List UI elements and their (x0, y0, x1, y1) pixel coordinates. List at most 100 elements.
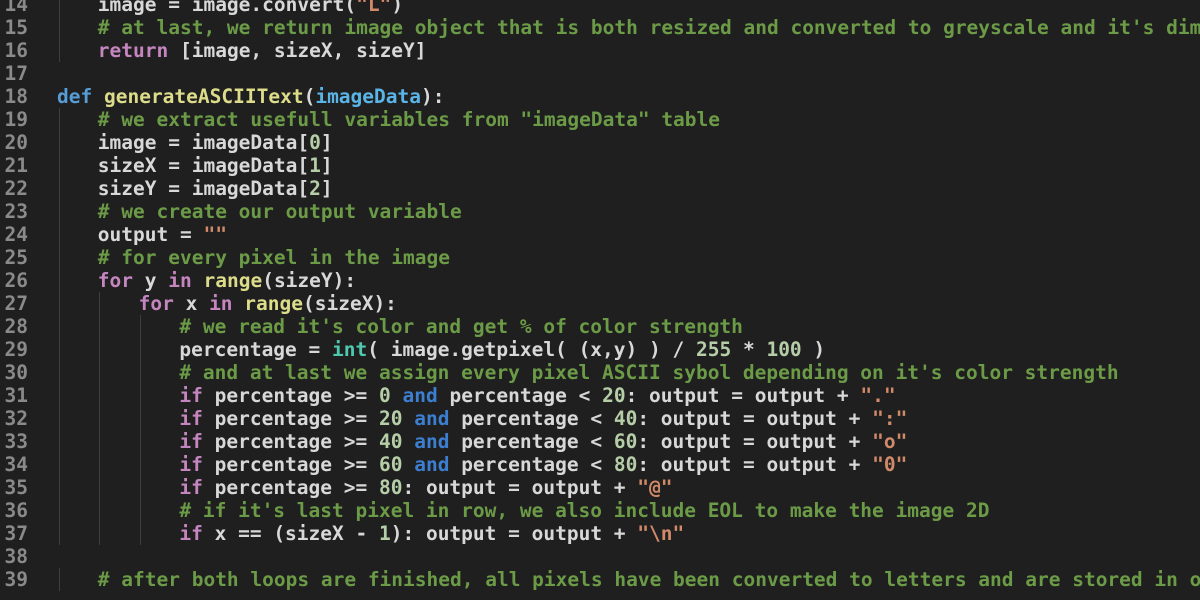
line-number: 17 (4, 62, 28, 85)
code-text: if percentage >= 80: output = output + "… (179, 476, 672, 499)
code-line[interactable]: 16 return [image, sizeX, sizeY] (0, 39, 1200, 62)
token-plain: ): output = output + (390, 522, 638, 545)
code-line[interactable]: 28 # we read it's color and get % of colo… (0, 315, 1200, 338)
code-line[interactable]: 21 sizeX = imageData[1] (0, 154, 1200, 177)
indent-guide (59, 269, 60, 292)
token-plain: ): (421, 85, 445, 108)
line-number: 32 (4, 407, 28, 430)
code-line[interactable]: 36 # if it's last pixel in row, we also i… (0, 499, 1200, 522)
token-plain: percentage < (437, 384, 603, 407)
code-line[interactable]: 24 output = "" (0, 223, 1200, 246)
token-comment: # and at last we assign every pixel ASCI… (179, 361, 1119, 384)
code-line[interactable]: 32 if percentage >= 20 and percentage < 4… (0, 407, 1200, 430)
indent-guide (59, 430, 60, 453)
token-keyword: for (97, 269, 134, 292)
indent-guide (59, 499, 60, 522)
token-plain: ] (320, 177, 333, 200)
code-line[interactable]: 17 (0, 62, 1200, 85)
indent-guide (140, 453, 141, 476)
token-string: "L" (356, 0, 392, 16)
token-and: and (414, 453, 450, 476)
line-number: 18 (4, 85, 28, 108)
token-number: 100 (766, 338, 802, 361)
code-line[interactable]: 18 def generateASCIIText(imageData): (0, 85, 1200, 108)
indent-guide (140, 430, 141, 453)
token-number: 0 (309, 131, 321, 154)
indent-guide (140, 499, 141, 522)
token-plain: percentage >= (202, 453, 379, 476)
code-line[interactable]: 34 if percentage >= 60 and percentage < 8… (0, 453, 1200, 476)
token-number: 60 (378, 453, 403, 476)
line-number: 35 (4, 476, 28, 499)
token-plain: x (173, 292, 210, 315)
token-plain: ( image.getpixel( (x,y) ) / (367, 338, 696, 361)
token-number: 80 (613, 453, 638, 476)
indent-guide (99, 361, 100, 384)
line-number: 38 (4, 545, 28, 568)
code-line[interactable]: 20 image = imageData[0] (0, 131, 1200, 154)
token-plain: ) (801, 338, 826, 361)
token-number: 2 (309, 177, 321, 200)
token-plain: percentage >= (202, 407, 379, 430)
indent-guide (59, 154, 60, 177)
token-comment: # at last, we return image object that i… (97, 16, 1200, 39)
code-line[interactable]: 39 # after both loops are finished, all p… (0, 568, 1200, 591)
code-line[interactable]: 38 (0, 545, 1200, 568)
code-line[interactable]: 30 # and at last we assign every pixel AS… (0, 361, 1200, 384)
token-plain: * (731, 338, 767, 361)
code-line[interactable]: 19 # we extract usefull variables from "i… (0, 108, 1200, 131)
line-number: 39 (4, 568, 28, 591)
token-and: and (414, 430, 450, 453)
line-number: 28 (4, 315, 28, 338)
code-line[interactable]: 35 if percentage >= 80: output = output +… (0, 476, 1200, 499)
code-line[interactable]: 29 percentage = int( image.getpixel( (x,y… (0, 338, 1200, 361)
token-and: and (414, 407, 450, 430)
indent-guide (59, 384, 60, 407)
code-line[interactable]: 26 for y in range(sizeY): (0, 269, 1200, 292)
token-plain: [image, sizeX, sizeY] (168, 39, 427, 62)
token-plain: x == (sizeX - (202, 522, 379, 545)
line-number: 30 (4, 361, 28, 384)
code-text: image = image.convert("L") (98, 0, 403, 16)
token-plain: : output = output + (402, 476, 638, 499)
token-string: "o" (872, 430, 908, 453)
code-line[interactable]: 37 if x == (sizeX - 1): output = output +… (0, 522, 1200, 545)
token-comment: # we extract usefull variables from "ima… (97, 108, 721, 131)
token-keyword: return (97, 39, 169, 62)
code-text: if percentage >= 60 and percentage < 80:… (179, 453, 907, 476)
token-plain: : output = output + (637, 430, 873, 453)
code-line[interactable]: 31 if percentage >= 0 and percentage < 20… (0, 384, 1200, 407)
token-string: "" (203, 223, 227, 246)
code-text: # we extract usefull variables from "ima… (98, 108, 720, 131)
indent-guide (59, 338, 60, 361)
indent-guide (99, 499, 100, 522)
token-number: 60 (613, 430, 638, 453)
token-number: 255 (695, 338, 732, 361)
token-plain: : output = output + (637, 453, 873, 476)
code-line[interactable]: 33 if percentage >= 40 and percentage < 6… (0, 430, 1200, 453)
indent-guide (59, 131, 60, 154)
token-string: "0" (872, 453, 908, 476)
token-string: "." (860, 384, 896, 407)
token-func: range (203, 269, 263, 292)
token-plain: percentage >= (202, 476, 379, 499)
code-line[interactable]: 22 sizeY = imageData[2] (0, 177, 1200, 200)
indent-guide (140, 315, 141, 338)
token-func: range (244, 292, 303, 315)
token-builtin: int (332, 338, 368, 361)
token-number: 80 (378, 476, 403, 499)
code-line[interactable]: 15 # at last, we return image object that… (0, 16, 1200, 39)
code-line[interactable]: 14 image = image.convert("L") (0, 0, 1200, 16)
token-keyword: if (179, 430, 203, 453)
code-text: if x == (sizeX - 1): output = output + "… (179, 522, 684, 545)
code-editor[interactable]: 14 image = image.convert("L") 15 # at last,… (0, 0, 1200, 600)
code-line[interactable]: 25 # for every pixel in the image (0, 246, 1200, 269)
code-line[interactable]: 23 # we create our output variable (0, 200, 1200, 223)
token-plain: percentage < (449, 430, 614, 453)
indent-guide (59, 16, 60, 39)
token-keyword: for (138, 292, 174, 315)
indent-guide (99, 292, 100, 315)
code-line[interactable]: 27 for x in range(sizeX): (0, 292, 1200, 315)
token-number: 40 (613, 407, 638, 430)
